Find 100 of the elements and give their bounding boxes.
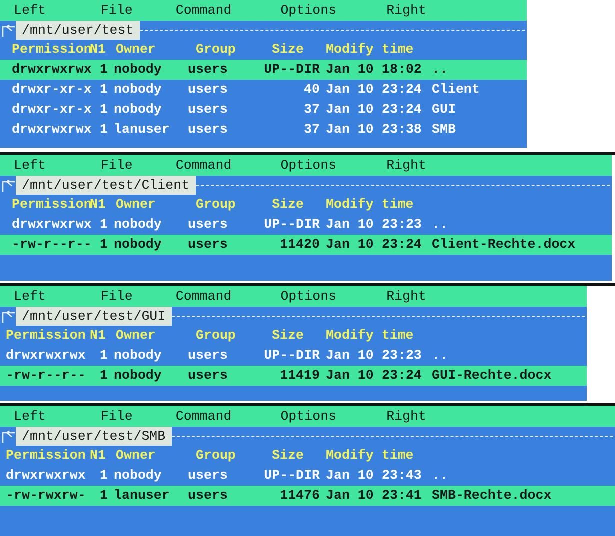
table-cell-text: Jan 10 (325, 101, 375, 119)
table-cell-text: 1 (99, 367, 109, 385)
table-cell-text: users (188, 236, 229, 254)
corner-arrow-icon (2, 430, 16, 442)
table-cell-text: nobody (114, 367, 163, 385)
file-row[interactable]: drwxr-xr-x 1 nobody users 40 Jan 10 23:24 Client (0, 80, 527, 100)
file-row[interactable]: -rw-r--r-- 1 nobody users 11420 Jan 10 23:24 Client-Rechte.docx (0, 235, 612, 255)
column-header[interactable]: Group (188, 40, 258, 60)
column-header[interactable]: Owner (114, 446, 188, 466)
table-cell-text: nobody (114, 101, 163, 119)
menu-item[interactable]: Options (280, 409, 337, 424)
table-cell-text: 1 (99, 216, 109, 234)
table-cell-text: UP--DIR (263, 216, 320, 234)
table-cell-text: SMB (432, 121, 457, 139)
table-cell-text: nobody (114, 216, 163, 234)
column-header[interactable]: Modify time (320, 40, 432, 60)
table-cell-text: .. (432, 61, 449, 79)
file-row[interactable]: -rw-r--r-- 1 nobody users 11419 Jan 10 23:24 GUI-Rechte.docx (0, 366, 587, 386)
file-row[interactable]: drwxr-xr-x 1 nobody users 37 Jan 10 23:24 GUI (0, 100, 527, 120)
menu-item[interactable]: Options (280, 158, 337, 173)
table-cell-text: users (188, 216, 229, 234)
menu-item[interactable]: File (100, 289, 133, 304)
table-cell-text: .. (432, 216, 449, 234)
table-cell-text: Jan 10 (325, 487, 375, 505)
table-cell-text: .. (432, 347, 449, 365)
table-cell-text: Jan 10 (325, 81, 375, 99)
table-cell-text: .. (432, 467, 449, 485)
column-header[interactable]: Owner (114, 40, 188, 60)
menu-item[interactable]: Command (176, 158, 232, 173)
column-header[interactable]: Modify time (320, 195, 432, 215)
file-row[interactable]: drwxrwxrwx 1 nobody users UP--DIR Jan 10 23:43 .. (0, 466, 615, 486)
file-row[interactable]: drwxrwxrwx 1 nobody users UP--DIR Jan 10 18:02 .. (0, 60, 527, 80)
column-header[interactable]: Permission (6, 446, 88, 466)
column-header[interactable]: Modify time (320, 326, 432, 346)
table-cell-text: users (188, 367, 229, 385)
menu-item[interactable]: File (100, 158, 133, 173)
menu-item[interactable]: Command (176, 409, 232, 424)
menu-item[interactable]: Right (386, 158, 426, 173)
table-cell-text: 40 (303, 81, 320, 99)
table-cell-text: 37 (303, 101, 320, 119)
table-cell-text: 1 (99, 81, 109, 99)
table-cell-text: 23:41 (382, 487, 423, 505)
column-header[interactable]: Group (188, 446, 258, 466)
table-cell-text: 1 (99, 101, 109, 119)
column-header[interactable]: Size (258, 326, 320, 346)
table-cell-text: UP--DIR (263, 347, 320, 365)
column-header[interactable]: Group (188, 195, 258, 215)
table-cell-text: 23:24 (382, 367, 423, 385)
column-header[interactable]: Modify time (320, 446, 432, 466)
menu-item[interactable]: Left (14, 3, 46, 18)
file-row[interactable]: drwxrwxrwx 1 lanuser users 37 Jan 10 23:38 SMB (0, 120, 527, 140)
table-cell-text: Jan 10 (325, 61, 375, 79)
table-cell-text: 1 (99, 347, 109, 365)
table-cell-text: GUI (432, 101, 457, 119)
column-header[interactable]: Size (258, 40, 320, 60)
table-cell-text: nobody (114, 347, 163, 365)
menu-item[interactable]: File (100, 409, 133, 424)
menu-item[interactable]: Right (386, 289, 426, 304)
table-cell-text: nobody (114, 61, 163, 79)
file-row[interactable]: drwxrwxrwx 1 nobody users UP--DIR Jan 10 23:23 .. (0, 215, 612, 235)
menu-item[interactable]: Command (176, 3, 232, 18)
column-header[interactable]: Size (258, 446, 320, 466)
column-header[interactable]: N1 (88, 326, 114, 346)
menu-item[interactable]: Options (280, 3, 337, 18)
column-header[interactable]: Group (188, 326, 258, 346)
menu-item[interactable]: File (100, 3, 133, 18)
menu-item[interactable]: Left (14, 289, 46, 304)
menu-item[interactable]: Right (386, 409, 426, 424)
file-row[interactable]: -rw-rwxrw- 1 lanuser users 11476 Jan 10 23:41 SMB-Rechte.docx (0, 486, 615, 506)
table-cell-text: lanuser (114, 121, 171, 139)
table-cell-text: lanuser (114, 487, 171, 505)
current-path: /mnt/user/test/SMB (16, 427, 172, 446)
column-header[interactable]: N1 (88, 446, 114, 466)
column-header[interactable]: Size (258, 195, 320, 215)
table-cell-text: nobody (114, 467, 163, 485)
table-cell-text: 37 (303, 121, 320, 139)
menu-item[interactable]: Command (176, 289, 232, 304)
corner-arrow-icon (2, 180, 16, 192)
menu-item[interactable]: Left (14, 158, 46, 173)
column-header[interactable]: Permission (6, 326, 88, 346)
table-cell-text: users (188, 81, 229, 99)
table-cell-text: 23:24 (382, 236, 423, 254)
table-cell-text: 11419 (279, 367, 320, 385)
table-cell-text: nobody (114, 236, 163, 254)
column-header[interactable]: Owner (114, 195, 188, 215)
menu-item[interactable]: Right (386, 3, 426, 18)
table-cell-text: 23:38 (382, 121, 423, 139)
column-header[interactable]: Owner (114, 326, 188, 346)
table-cell-text: 23:24 (382, 101, 423, 119)
corner-arrow-icon (2, 310, 16, 322)
table-cell-text: 11476 (279, 487, 320, 505)
table-cell-text: 1 (99, 61, 109, 79)
file-row[interactable]: drwxrwxrwx 1 nobody users UP--DIR Jan 10 23:23 .. (0, 346, 587, 366)
table-cell-text: 18:02 (382, 61, 423, 79)
table-cell-text: nobody (114, 81, 163, 99)
menu-item[interactable]: Left (14, 409, 46, 424)
table-cell-text: Jan 10 (325, 467, 375, 485)
menu-item[interactable]: Options (280, 289, 337, 304)
table-cell-text: 23:23 (382, 347, 423, 365)
table-cell-text: 23:23 (382, 216, 423, 234)
